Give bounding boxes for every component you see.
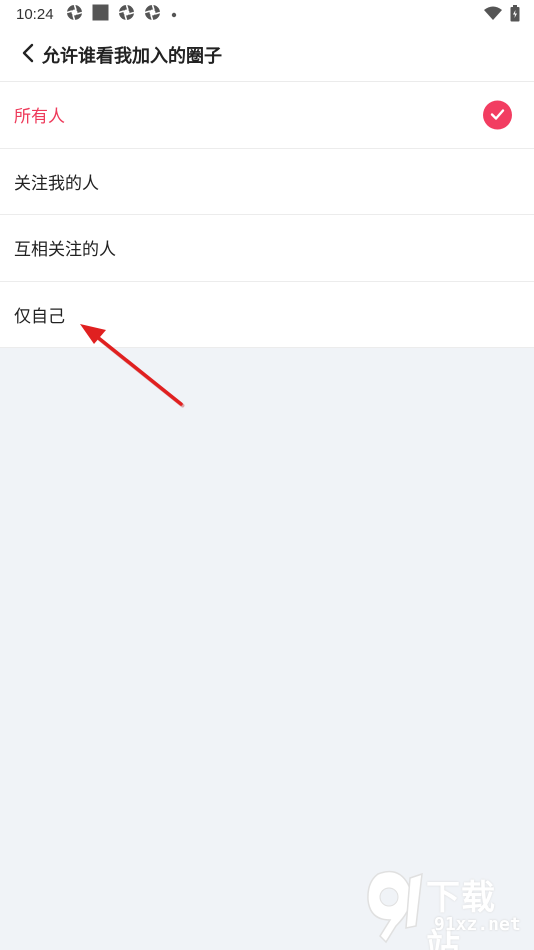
- watermark-logo-icon: [367, 870, 423, 944]
- check-icon: [483, 100, 512, 130]
- watermark: 下载站 91xz.net: [358, 864, 528, 950]
- watermark-text: 下载站: [426, 878, 496, 950]
- dot-icon: [170, 5, 178, 23]
- battery-icon: [510, 5, 520, 26]
- status-bar: 10:24: [0, 0, 534, 28]
- status-time: 10:24: [16, 5, 54, 23]
- option-label: 所有人: [14, 107, 65, 128]
- option-label: 互相关注的人: [14, 240, 116, 261]
- header-bar: 允许谁看我加入的圈子: [0, 28, 534, 82]
- option-label: 仅自己: [14, 306, 65, 327]
- option-only-me[interactable]: 仅自己: [0, 282, 534, 348]
- status-right-icons: [484, 5, 520, 26]
- square-icon: [92, 4, 109, 25]
- back-button[interactable]: [10, 35, 46, 75]
- option-mutual-followers[interactable]: 互相关注的人: [0, 215, 534, 282]
- option-everyone[interactable]: 所有人: [0, 82, 534, 149]
- page-title: 允许谁看我加入的圈子: [42, 45, 222, 67]
- option-label: 关注我的人: [14, 173, 99, 194]
- aperture-icon: [66, 4, 83, 25]
- aperture-icon: [118, 4, 135, 25]
- watermark-url: 91xz.net: [434, 914, 521, 935]
- chevron-left-icon: [21, 43, 35, 67]
- wifi-icon: [484, 6, 502, 25]
- visibility-options-list: 所有人 关注我的人 互相关注的人 仅自己: [0, 82, 534, 348]
- option-followers[interactable]: 关注我的人: [0, 149, 534, 215]
- aperture-icon: [144, 4, 161, 25]
